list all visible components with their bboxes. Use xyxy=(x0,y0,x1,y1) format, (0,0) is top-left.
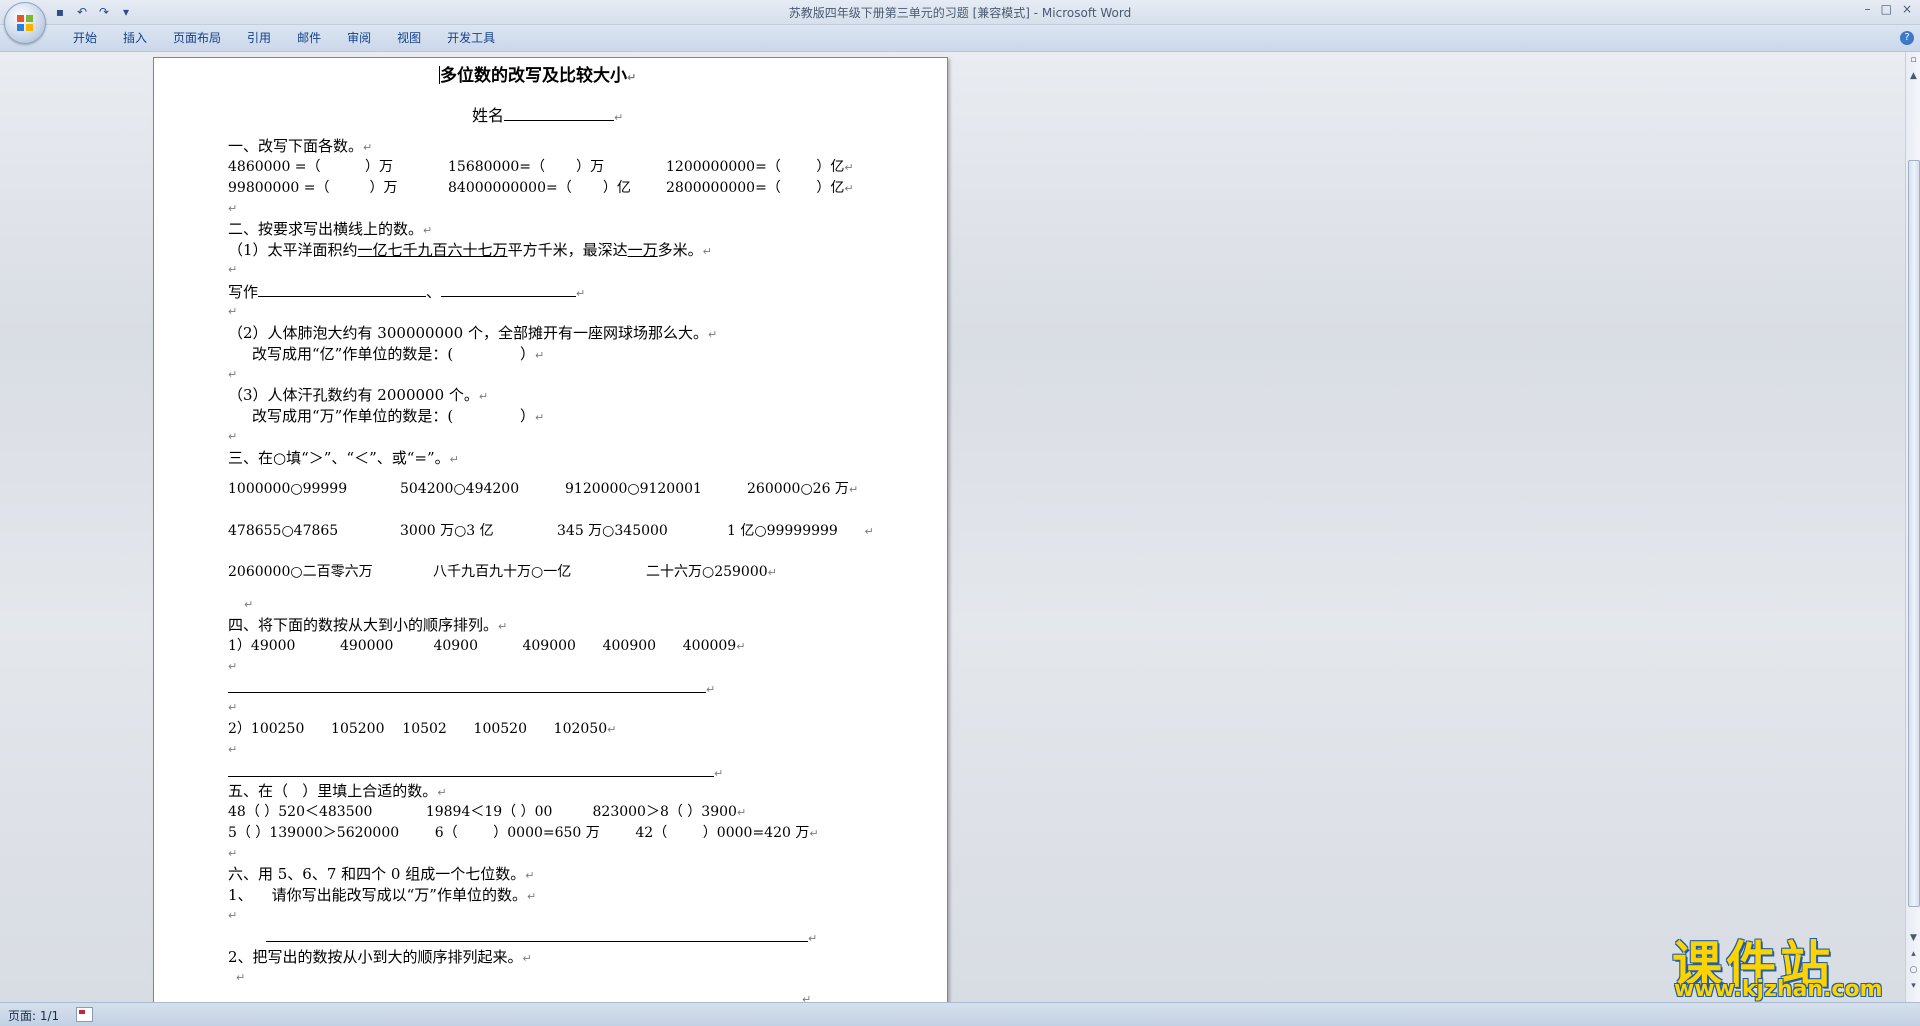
s4-question-2: 2）100250 105200 10502 100520 102050↵ xyxy=(228,721,617,737)
vertical-scrollbar[interactable]: ▫ ▲ ▼ ▴ ○ ▾ xyxy=(1905,52,1920,1002)
s2-question-2-sub: 改写成用“亿”作单位的数是：( ）↵ xyxy=(252,345,545,363)
s3-item: 1 亿○99999999 ↵ xyxy=(727,523,874,539)
select-browse-object-icon[interactable]: ○ xyxy=(1907,964,1920,977)
empty-paragraph: ↵ xyxy=(228,263,238,276)
s3-item: 478655○47865 xyxy=(228,523,339,539)
section-5-heading: 五、在（ ）里填上合适的数。↵ xyxy=(228,782,447,800)
s1-item: 2800000000=（ ）亿↵ xyxy=(666,180,854,196)
empty-paragraph: ↵ xyxy=(228,847,238,860)
scroll-down-icon[interactable]: ▼ xyxy=(1907,932,1920,945)
s1-item: 4860000 =（ ）万 xyxy=(228,159,394,175)
s3-item: 504200○494200 xyxy=(400,481,520,497)
s3-item: 1000000○99999 xyxy=(228,481,348,497)
empty-paragraph: ↵ xyxy=(236,971,246,984)
s2-question-1: （1）太平洋面积约一亿七千九百六十七万平方千米，最深达一万多米。↵ xyxy=(228,241,712,259)
tab-developer[interactable]: 开发工具 xyxy=(434,30,508,46)
s5-row-1: 48（ ）520＜483500 19894＜19（ ）00 823000＞8（ … xyxy=(228,804,747,820)
s1-item: 99800000 =（ ）万 xyxy=(228,180,398,196)
s2-question-2: （2）人体肺泡大约有 300000000 个，全部摊开有一座网球场那么大。↵ xyxy=(228,324,718,342)
s5-row-2: 5（ ）139000＞5620000 6（ ）0000=650 万 42（ ）0… xyxy=(228,825,819,841)
tab-home[interactable]: 开始 xyxy=(60,30,110,46)
tab-view[interactable]: 视图 xyxy=(384,30,434,46)
empty-paragraph: ↵ xyxy=(228,305,238,318)
tab-mailings[interactable]: 邮件 xyxy=(284,30,334,46)
ribbon-tab-bar: 开始 插入 页面布局 引用 邮件 审阅 视图 开发工具 ? xyxy=(0,25,1920,52)
section-3-heading: 三、在○填“＞”、“＜”、或“=”。↵ xyxy=(228,449,459,467)
empty-paragraph: ↵ xyxy=(228,909,238,922)
section-1-heading: 一、改写下面各数。↵ xyxy=(228,137,373,155)
document-page[interactable]: 多位数的改写及比较大小↵ 姓名 ↵ 一、改写下面各数。↵ 4860000 =（ ）… xyxy=(153,57,948,1002)
section-2-heading: 二、按要求写出横线上的数。↵ xyxy=(228,220,433,238)
document-workspace: 多位数的改写及比较大小↵ 姓名 ↵ 一、改写下面各数。↵ 4860000 =（ ）… xyxy=(0,52,1905,1002)
s6-question-1: 1、 请你写出能改写成以“万”作单位的数。↵ xyxy=(228,886,537,904)
office-logo-icon xyxy=(17,15,33,31)
close-button[interactable]: × xyxy=(1902,2,1912,16)
answer-line: ↵ xyxy=(266,927,817,948)
s6-question-2: 2、把写出的数按从小到大的顺序排列起来。↵ xyxy=(228,948,532,966)
empty-paragraph: ↵ xyxy=(244,598,254,611)
window-title: 苏教版四年级下册第三单元的习题 [兼容模式] - Microsoft Word xyxy=(788,6,1132,20)
tab-insert[interactable]: 插入 xyxy=(110,30,160,46)
page-count[interactable]: 页面: 1/1 xyxy=(8,1007,59,1024)
section-4-heading: 四、将下面的数按从大到小的顺序排列。↵ xyxy=(228,616,508,634)
s2-question-3-sub: 改写成用“万”作单位的数是：( ）↵ xyxy=(252,407,545,425)
scrollbar-thumb[interactable] xyxy=(1908,160,1920,907)
s3-item: 八千九百九十万○一亿 xyxy=(433,564,572,580)
s3-item: 260000○26 万↵ xyxy=(747,481,859,497)
s3-item: 2060000○二百零六万 xyxy=(228,564,373,580)
tab-page-layout[interactable]: 页面布局 xyxy=(160,30,234,46)
answer-line: ↵ xyxy=(228,762,723,783)
next-page-icon[interactable]: ▾ xyxy=(1907,980,1920,993)
s4-question-1: 1）49000 490000 40900 409000 400900 40000… xyxy=(228,638,746,654)
empty-paragraph: ↵ xyxy=(228,202,238,215)
s2-question-3: （3）人体汗孔数约有 2000000 个。↵ xyxy=(228,386,489,404)
tab-review[interactable]: 审阅 xyxy=(334,30,384,46)
watermark-url: www.kjzhan.com xyxy=(1674,977,1883,1002)
title-bar: ▪ ↶ ↷ ▾ 苏教版四年级下册第三单元的习题 [兼容模式] - Microso… xyxy=(0,0,1920,44)
watermark-logo: 课件站 www.kjzhan.com xyxy=(1664,925,1908,1005)
empty-paragraph: ↵ xyxy=(802,993,812,1002)
answer-line: ↵ xyxy=(228,678,715,699)
previous-page-icon[interactable]: ▴ xyxy=(1907,948,1920,961)
s3-item: 二十六万○259000↵ xyxy=(646,564,777,580)
ruler-toggle-icon[interactable]: ▫ xyxy=(1907,54,1920,67)
s1-item: 1200000000=（ ）亿↵ xyxy=(666,159,854,175)
empty-paragraph: ↵ xyxy=(228,430,238,443)
empty-paragraph: ↵ xyxy=(228,660,238,673)
proofing-icon[interactable] xyxy=(76,1007,93,1022)
empty-paragraph: ↵ xyxy=(228,701,238,714)
s1-item: 15680000=（ ）万 xyxy=(448,159,605,175)
help-icon[interactable]: ? xyxy=(1900,31,1914,45)
window-controls: – □ × xyxy=(1865,2,1912,16)
empty-paragraph: ↵ xyxy=(228,368,238,381)
maximize-button[interactable]: □ xyxy=(1881,2,1892,16)
scroll-up-icon[interactable]: ▲ xyxy=(1907,70,1920,83)
office-button[interactable] xyxy=(4,2,46,44)
s3-item: 3000 万○3 亿 xyxy=(400,523,494,539)
s1-item: 84000000000=（ ）亿 xyxy=(448,180,631,196)
name-field: 姓名 ↵ xyxy=(472,106,624,125)
s2-write-line: 写作、 ↵ xyxy=(228,283,586,301)
s3-item: 9120000○9120001 xyxy=(565,481,702,497)
tab-references[interactable]: 引用 xyxy=(234,30,284,46)
doc-title: 多位数的改写及比较大小↵ xyxy=(439,66,637,86)
s3-item: 345 万○345000 xyxy=(557,523,668,539)
section-6-heading: 六、用 5、6、7 和四个 0 组成一个七位数。↵ xyxy=(228,865,535,883)
minimize-button[interactable]: – xyxy=(1865,2,1871,16)
status-bar: 页面: 1/1 xyxy=(0,1002,1920,1026)
empty-paragraph: ↵ xyxy=(228,743,238,756)
